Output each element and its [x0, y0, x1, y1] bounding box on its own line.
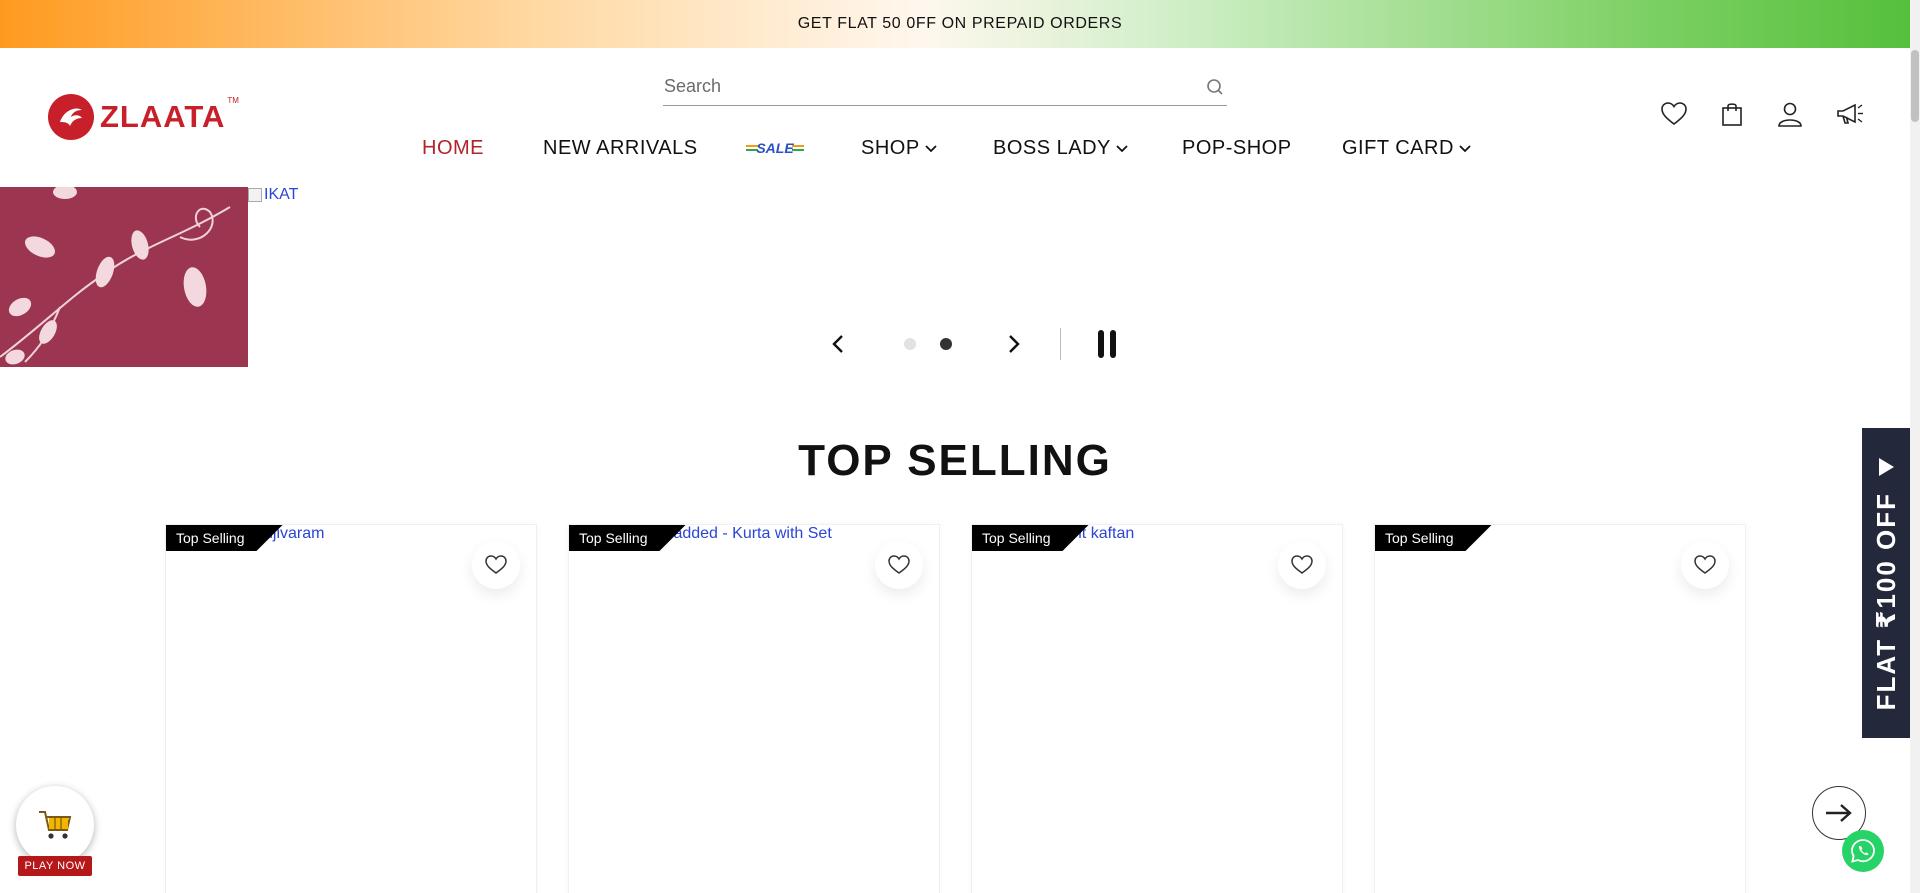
wishlist-button[interactable] — [472, 541, 520, 589]
whatsapp-button[interactable] — [1842, 830, 1884, 872]
bag-icon[interactable] — [1718, 100, 1746, 128]
heart-icon[interactable] — [1660, 100, 1688, 128]
product-title-link[interactable]: y added - Kurta with Set — [661, 525, 832, 543]
slider-dot-1[interactable] — [904, 338, 916, 350]
main-nav: HOME NEW ARRIVALS SALE SHOP BOSS LADY PO… — [0, 132, 1910, 164]
product-card[interactable]: njivaram Top Selling — [165, 524, 537, 893]
section-title: TOP SELLING — [798, 436, 1112, 485]
heart-icon — [485, 555, 507, 574]
nav-new-arrivals-label: NEW ARRIVALS — [543, 136, 698, 159]
search-bar — [663, 68, 1227, 106]
chevron-left-icon — [832, 335, 843, 353]
nav-shop[interactable]: SHOP — [861, 132, 938, 164]
nav-pop-shop[interactable]: POP-SHOP — [1182, 132, 1292, 164]
whatsapp-icon — [1851, 839, 1875, 863]
chevron-down-icon — [1459, 145, 1471, 153]
nav-gift-card-label: GIFT CARD — [1342, 136, 1454, 159]
play-now-circle[interactable] — [16, 786, 94, 864]
floral-pattern-icon — [0, 187, 248, 367]
broken-image-icon — [248, 188, 262, 202]
chevron-right-icon — [1009, 335, 1020, 353]
product-card[interactable]: Top Selling — [1374, 524, 1746, 893]
announcement-bar: GET FLAT 50 0FF ON PREPAID ORDERS — [0, 0, 1920, 48]
nav-sale-badge[interactable]: SALE — [744, 132, 806, 164]
nav-home-label: HOME — [422, 136, 484, 159]
nav-new-arrivals[interactable]: NEW ARRIVALS — [543, 132, 698, 164]
page-scrollbar[interactable] — [1910, 0, 1920, 893]
search-input[interactable] — [663, 76, 1205, 97]
sale-badge-label: SALE — [756, 140, 794, 156]
wishlist-button[interactable] — [1681, 541, 1729, 589]
slider-controls — [820, 326, 1125, 362]
slider-prev-button[interactable] — [820, 326, 856, 362]
heart-icon — [888, 555, 910, 574]
product-tag: Top Selling — [1375, 525, 1492, 551]
nav-pop-shop-label: POP-SHOP — [1182, 136, 1292, 159]
slider-dot-2[interactable] — [940, 338, 952, 350]
nav-gift-card[interactable]: GIFT CARD — [1342, 132, 1472, 164]
nav-boss-lady[interactable]: BOSS LADY — [993, 132, 1129, 164]
search-icon[interactable] — [1205, 77, 1225, 97]
slider-divider — [1060, 328, 1061, 360]
play-triangle-icon — [1879, 457, 1894, 476]
play-now-label: PLAY NOW — [18, 856, 92, 876]
heart-icon — [1291, 555, 1313, 574]
scrollbar-thumb[interactable] — [1911, 50, 1919, 122]
nav-home[interactable]: HOME — [422, 132, 484, 164]
header-actions — [1660, 100, 1866, 128]
shopping-cart-icon — [39, 811, 72, 839]
product-tag: Top Selling — [569, 525, 686, 551]
chevron-down-icon — [925, 145, 937, 153]
slider-pause-button[interactable] — [1089, 326, 1125, 362]
offer-side-tab-text: FLAT ₹100 OFF — [1870, 491, 1901, 711]
banner-alt-link[interactable]: IKAT — [248, 186, 298, 204]
announcement-text: GET FLAT 50 0FF ON PREPAID ORDERS — [797, 15, 1123, 32]
brand-trademark: TM — [227, 96, 239, 105]
product-card[interactable]: ant kaftan Top Selling — [971, 524, 1343, 893]
nav-shop-label: SHOP — [861, 136, 920, 159]
banner-alt-text: IKAT — [264, 186, 299, 203]
heart-icon — [1694, 555, 1716, 574]
wishlist-button[interactable] — [1278, 541, 1326, 589]
user-icon[interactable] — [1776, 100, 1804, 128]
banner-floral-image[interactable] — [0, 187, 248, 367]
arrow-right-icon — [1826, 804, 1852, 822]
brand-name: ZLAATA — [100, 99, 226, 134]
product-tag: Top Selling — [166, 525, 283, 551]
wishlist-button[interactable] — [875, 541, 923, 589]
slider-next-button[interactable] — [996, 326, 1032, 362]
megaphone-icon[interactable] — [1834, 100, 1866, 128]
offer-side-tab[interactable]: FLAT ₹100 OFF — [1862, 428, 1910, 738]
nav-boss-lady-label: BOSS LADY — [993, 136, 1111, 159]
pause-icon — [1098, 330, 1116, 358]
product-tag: Top Selling — [972, 525, 1089, 551]
product-card[interactable]: y added - Kurta with Set Top Selling — [568, 524, 940, 893]
play-now-widget[interactable]: PLAY NOW — [14, 786, 96, 882]
chevron-down-icon — [1116, 145, 1128, 153]
